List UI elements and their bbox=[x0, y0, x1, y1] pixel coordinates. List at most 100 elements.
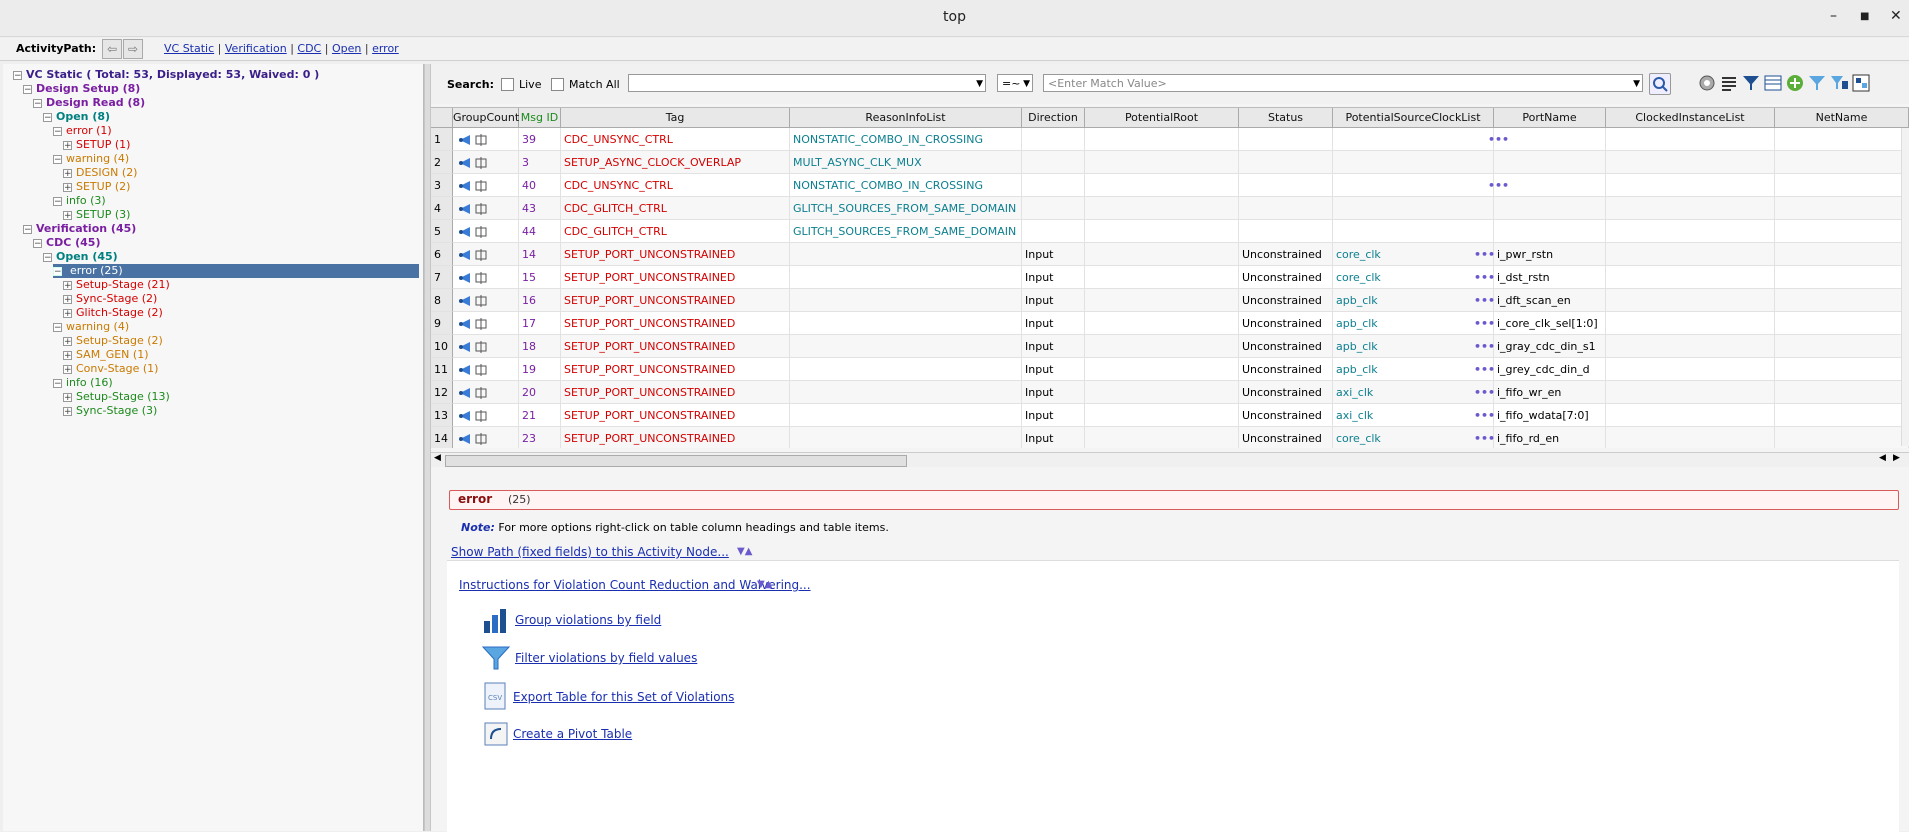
column-header[interactable]: Msg ID bbox=[519, 108, 561, 128]
more-icon[interactable]: ••• bbox=[1488, 179, 1509, 192]
tree-node[interactable]: − error (1) bbox=[53, 124, 112, 138]
expand-icon[interactable]: + bbox=[63, 168, 72, 178]
expand-collapse-icon[interactable]: ▼▲ bbox=[737, 546, 752, 557]
expand-icon[interactable]: + bbox=[63, 182, 72, 192]
export-table-link[interactable]: Export Table for this Set of Violations bbox=[513, 690, 734, 704]
tree-node[interactable]: + Setup-Stage (21) bbox=[63, 278, 170, 292]
tree-node[interactable]: + SETUP (2) bbox=[63, 180, 130, 194]
column-header[interactable]: PotentialRoot bbox=[1085, 108, 1239, 128]
column-header[interactable]: ClockedInstanceList bbox=[1606, 108, 1775, 128]
crumb-verification[interactable]: Verification bbox=[225, 42, 287, 55]
list-icon[interactable] bbox=[1719, 73, 1739, 93]
share-icon[interactable] bbox=[458, 133, 472, 147]
share-icon[interactable] bbox=[458, 179, 472, 193]
tree-node[interactable]: + Setup-Stage (13) bbox=[63, 390, 170, 404]
match-value-input[interactable]: <Enter Match Value> ▼ bbox=[1043, 74, 1643, 92]
more-icon[interactable]: ••• bbox=[1474, 271, 1495, 284]
funnel-icon[interactable] bbox=[1807, 73, 1827, 93]
tree-node[interactable]: − Design Read (8) bbox=[33, 96, 145, 110]
search-icon[interactable] bbox=[1649, 73, 1671, 95]
scroll-left-icon[interactable]: ◀ bbox=[434, 453, 441, 463]
vertical-scrollbar[interactable] bbox=[1901, 128, 1909, 446]
tree-node[interactable]: + DESIGN (2) bbox=[63, 166, 137, 180]
share-icon[interactable] bbox=[458, 409, 472, 423]
share-icon[interactable] bbox=[458, 363, 472, 377]
column-header[interactable]: PortName bbox=[1494, 108, 1606, 128]
crumb-error[interactable]: error bbox=[372, 42, 399, 55]
share-icon[interactable] bbox=[458, 340, 472, 354]
expand-icon[interactable]: + bbox=[63, 280, 72, 290]
column-header[interactable]: PotentialSourceClockList bbox=[1333, 108, 1494, 128]
debug-icon[interactable] bbox=[474, 156, 488, 170]
forward-arrow-icon[interactable]: ⇨ bbox=[123, 39, 143, 59]
tree-node[interactable]: − error (25) bbox=[53, 264, 419, 278]
tree-node[interactable]: + SAM_GEN (1) bbox=[63, 348, 148, 362]
more-icon[interactable]: ••• bbox=[1474, 317, 1495, 330]
tree-node[interactable]: − Open (45) bbox=[43, 250, 118, 264]
filter-icon[interactable] bbox=[1741, 73, 1761, 93]
collapse-icon[interactable]: − bbox=[53, 126, 62, 136]
tree-node[interactable]: − Verification (45) bbox=[23, 222, 136, 236]
match-all-checkbox[interactable] bbox=[551, 78, 564, 91]
expand-icon[interactable]: + bbox=[63, 210, 72, 220]
collapse-icon[interactable]: − bbox=[23, 224, 32, 234]
more-icon[interactable]: ••• bbox=[1474, 432, 1495, 445]
collapse-icon[interactable]: − bbox=[43, 112, 52, 122]
live-checkbox[interactable] bbox=[501, 78, 514, 91]
expand-icon[interactable]: + bbox=[63, 336, 72, 346]
column-header[interactable]: Direction bbox=[1022, 108, 1085, 128]
share-icon[interactable] bbox=[458, 317, 472, 331]
tree-node[interactable]: + Setup-Stage (2) bbox=[63, 334, 163, 348]
column-header[interactable]: Status bbox=[1239, 108, 1333, 128]
column-header[interactable]: GroupCount bbox=[453, 108, 519, 128]
expand-collapse-icon[interactable]: ▼▲ bbox=[757, 579, 772, 590]
debug-icon[interactable] bbox=[474, 248, 488, 262]
debug-icon[interactable] bbox=[474, 133, 488, 147]
tree-node[interactable]: − info (16) bbox=[53, 376, 113, 390]
debug-icon[interactable] bbox=[474, 271, 488, 285]
show-path-link[interactable]: Show Path (fixed fields) to this Activit… bbox=[451, 545, 729, 559]
scroll-right-icon[interactable]: ▶ bbox=[1893, 453, 1900, 463]
debug-icon[interactable] bbox=[474, 432, 488, 446]
group-violations-link[interactable]: Group violations by field bbox=[515, 613, 661, 627]
collapse-icon[interactable]: − bbox=[33, 238, 42, 248]
share-icon[interactable] bbox=[458, 432, 472, 446]
more-icon[interactable]: ••• bbox=[1474, 386, 1495, 399]
more-icon[interactable]: ••• bbox=[1474, 248, 1495, 261]
more-icon[interactable]: ••• bbox=[1488, 133, 1509, 146]
more-icon[interactable]: ••• bbox=[1474, 340, 1495, 353]
tree-node[interactable]: − warning (4) bbox=[53, 152, 129, 166]
collapse-icon[interactable]: − bbox=[43, 252, 52, 262]
crumb-vc-static[interactable]: VC Static bbox=[164, 42, 214, 55]
scroll-left-icon[interactable]: ◀ bbox=[1879, 453, 1886, 463]
collapse-icon[interactable]: − bbox=[53, 378, 62, 388]
debug-icon[interactable] bbox=[474, 294, 488, 308]
column-header[interactable]: ReasonInfoList bbox=[790, 108, 1022, 128]
add-icon[interactable] bbox=[1785, 73, 1805, 93]
collapse-icon[interactable]: − bbox=[53, 266, 62, 276]
tree-node[interactable]: + SETUP (3) bbox=[63, 208, 130, 222]
tree-node[interactable]: + Conv-Stage (1) bbox=[63, 362, 158, 376]
expand-icon[interactable]: + bbox=[63, 294, 72, 304]
more-icon[interactable]: ••• bbox=[1474, 363, 1495, 376]
expand-icon[interactable]: + bbox=[63, 392, 72, 402]
minimize-icon[interactable]: – bbox=[1830, 8, 1837, 24]
maximize-icon[interactable]: ■ bbox=[1860, 11, 1869, 22]
tree-node[interactable]: + Sync-Stage (3) bbox=[63, 404, 157, 418]
filter-violations-link[interactable]: Filter violations by field values bbox=[515, 651, 697, 665]
debug-icon[interactable] bbox=[474, 317, 488, 331]
collapse-icon[interactable]: − bbox=[53, 196, 62, 206]
collapse-icon[interactable]: − bbox=[53, 154, 62, 164]
expand-icon[interactable]: + bbox=[63, 406, 72, 416]
expand-icon[interactable]: + bbox=[63, 350, 72, 360]
collapse-icon[interactable]: − bbox=[53, 322, 62, 332]
share-icon[interactable] bbox=[458, 386, 472, 400]
tree-node[interactable]: − info (3) bbox=[53, 194, 106, 208]
share-icon[interactable] bbox=[458, 294, 472, 308]
pivot-table-link[interactable]: Create a Pivot Table bbox=[513, 727, 632, 741]
horizontal-scrollbar[interactable]: ◀ ◀ ▶ bbox=[431, 452, 1909, 467]
tree-node[interactable]: − warning (4) bbox=[53, 320, 129, 334]
share-icon[interactable] bbox=[458, 202, 472, 216]
share-icon[interactable] bbox=[458, 271, 472, 285]
search-field-select[interactable]: ▼ bbox=[628, 74, 986, 92]
